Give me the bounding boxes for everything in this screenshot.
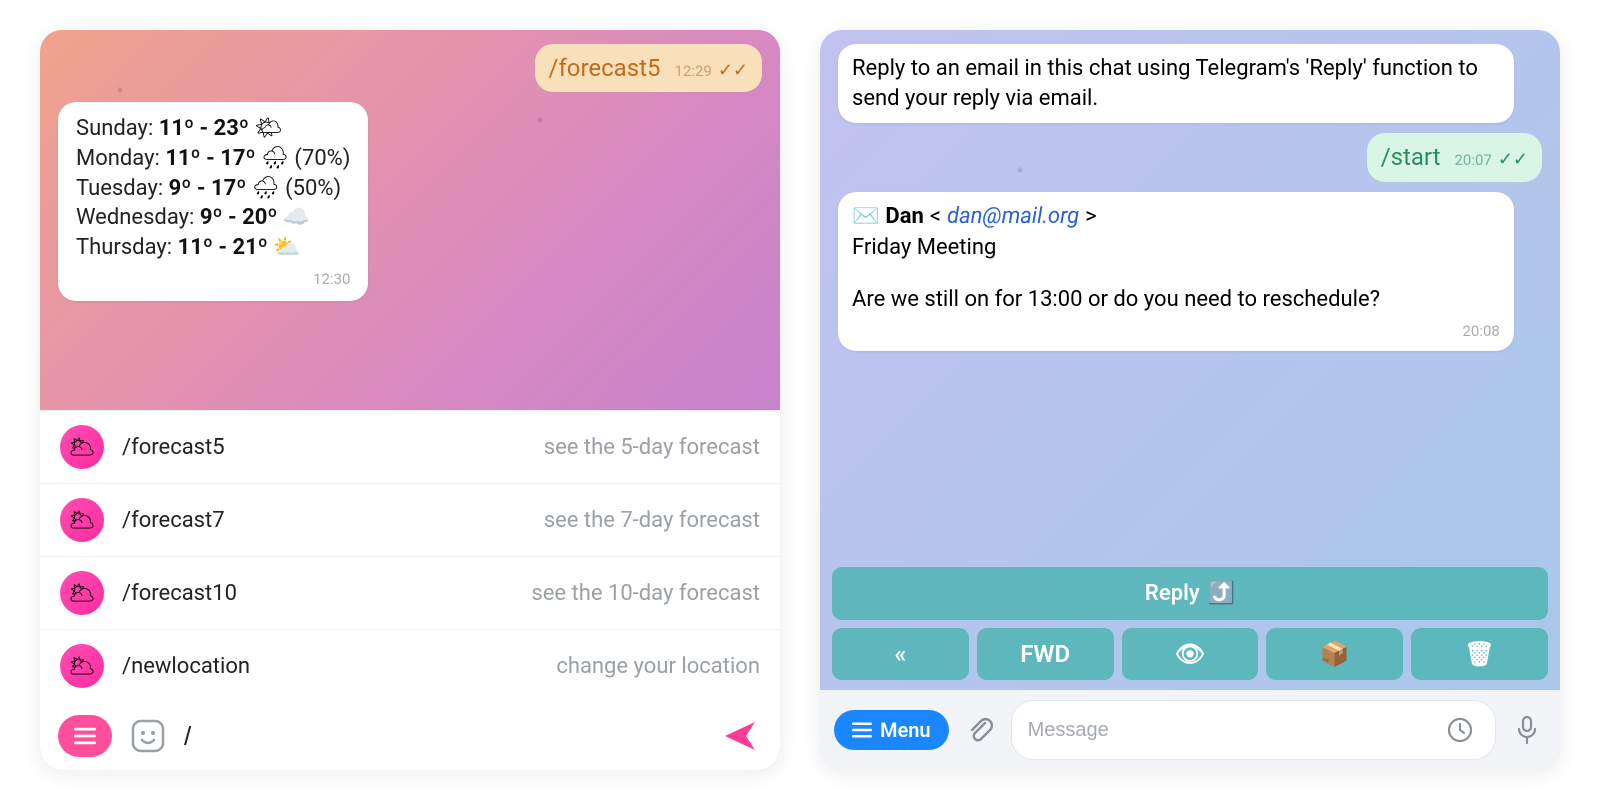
menu-label: Menu <box>880 718 931 742</box>
forecast-temp: 11º - 23º <box>159 116 249 141</box>
kbd-view-button[interactable]: 👁 <box>1122 628 1259 680</box>
chat-area: Reply to an email in this chat using Tel… <box>820 30 1560 561</box>
forecast-row: Wednesday: 9º - 20º ☁️ <box>76 203 350 233</box>
forecast-row: Monday: 11º - 17º 🌧 (70%) <box>76 144 350 174</box>
menu-icon <box>852 722 872 738</box>
intro-text: Reply to an email in this chat using Tel… <box>852 56 1478 111</box>
menu-button[interactable]: Menu <box>834 710 949 750</box>
read-ticks-icon: ✓✓ <box>718 59 748 83</box>
envelope-icon: ✉️ <box>852 202 879 232</box>
weather-bot-panel: /forecast5 12:29 ✓✓ Sunday: 11º - 23º 🌤M… <box>40 30 780 770</box>
bot-avatar: 🌥 <box>60 644 104 688</box>
voice-button[interactable] <box>1508 711 1546 749</box>
forecast-temp: 11º - 17º <box>165 146 255 171</box>
email-subject: Friday Meeting <box>852 233 1500 263</box>
kbd-forward-button[interactable]: FWD <box>977 628 1114 680</box>
intro-message[interactable]: Reply to an email in this chat using Tel… <box>838 44 1514 123</box>
email-message[interactable]: ✉️ Dan <dan@mail.org> Friday Meeting Are… <box>838 192 1514 351</box>
email-body: Are we still on for 13:00 or do you need… <box>852 285 1500 315</box>
command-suggestion[interactable]: 🌥 /newlocation change your location <box>40 630 780 702</box>
command-suggestion[interactable]: 🌥 /forecast10 see the 10-day forecast <box>40 557 780 630</box>
command-description: see the 10-day forecast <box>531 581 760 606</box>
email-from-address[interactable]: dan@mail.org <box>947 202 1079 232</box>
paperclip-icon <box>965 715 995 745</box>
kbd-archive-button[interactable]: 📦 <box>1266 628 1403 680</box>
attach-button[interactable] <box>961 711 999 749</box>
command-name: /newlocation <box>122 654 250 679</box>
email-from-name: Dan <box>885 202 923 232</box>
message-input[interactable] <box>184 721 702 752</box>
outgoing-time: 20:07 <box>1454 150 1491 170</box>
forecast-temp: 9º - 17º <box>169 176 247 201</box>
kbd-delete-button[interactable]: 🗑 <box>1411 628 1548 680</box>
outgoing-time: 12:29 <box>674 61 711 81</box>
message-input-wrapper[interactable] <box>1011 700 1496 760</box>
reply-label: Reply <box>1145 581 1200 606</box>
forecast-time: 12:30 <box>313 269 350 289</box>
forecast-row: Thursday: 11º - 21º ⛅ <box>76 233 350 263</box>
forecast-temp: 11º - 21º <box>178 235 268 260</box>
sticker-button[interactable] <box>128 716 168 756</box>
forecast-day: Tuesday: <box>76 176 169 201</box>
forecast-day: Wednesday: <box>76 205 200 230</box>
forecast-temp: 9º - 20º <box>200 205 278 230</box>
outgoing-message[interactable]: /forecast5 12:29 ✓✓ <box>535 44 762 92</box>
forecast-chance: (70%) <box>294 146 350 171</box>
input-bar <box>40 702 780 770</box>
forecast-day: Sunday: <box>76 116 159 141</box>
command-name: /forecast5 <box>122 435 225 460</box>
chat-area: /forecast5 12:29 ✓✓ Sunday: 11º - 23º 🌤M… <box>40 30 780 410</box>
outgoing-command-text: /start <box>1381 141 1441 173</box>
send-icon <box>722 718 758 754</box>
email-time: 20:08 <box>1462 321 1499 341</box>
forecast-row: Tuesday: 9º - 17º 🌧 (50%) <box>76 174 350 204</box>
weather-icon: 🌧 <box>252 176 280 201</box>
weather-icon: 🌤 <box>254 116 282 141</box>
command-suggestion[interactable]: 🌥 /forecast7 see the 7-day forecast <box>40 484 780 557</box>
command-suggestion[interactable]: 🌥 /forecast5 see the 5-day forecast <box>40 411 780 484</box>
weather-icon: ⛅ <box>273 235 300 260</box>
command-description: change your location <box>556 654 760 679</box>
menu-icon <box>74 727 96 745</box>
forecast-day: Monday: <box>76 146 165 171</box>
forecast-message[interactable]: Sunday: 11º - 23º 🌤Monday: 11º - 17º 🌧 (… <box>58 102 368 301</box>
forecast-chance: (50%) <box>285 176 341 201</box>
bot-avatar: 🌥 <box>60 425 104 469</box>
read-ticks-icon: ✓✓ <box>1498 148 1528 172</box>
kbd-back-button[interactable]: « <box>832 628 969 680</box>
weather-icon: 🌧 <box>261 146 289 171</box>
reply-button[interactable]: Reply ⤴️ <box>832 567 1548 620</box>
microphone-icon <box>1513 715 1541 745</box>
sticker-icon <box>131 719 165 753</box>
forecast-day: Thursday: <box>76 235 178 260</box>
bot-avatar: 🌥 <box>60 498 104 542</box>
email-from-line: ✉️ Dan <dan@mail.org> <box>852 202 1500 232</box>
command-description: see the 5-day forecast <box>544 435 760 460</box>
bot-avatar: 🌥 <box>60 571 104 615</box>
reply-arrow-icon: ⤴️ <box>1208 581 1235 606</box>
outgoing-command-text: /forecast5 <box>549 52 661 84</box>
weather-icon: ☁️ <box>283 205 310 230</box>
command-name: /forecast7 <box>122 508 225 533</box>
outgoing-message[interactable]: /start 20:07 ✓✓ <box>1367 133 1542 181</box>
command-suggestions: 🌥 /forecast5 see the 5-day forecast 🌥 /forec… <box>40 410 780 702</box>
input-bar: Menu <box>820 690 1560 770</box>
clock-icon <box>1447 717 1473 743</box>
command-name: /forecast10 <box>122 581 237 606</box>
email-bot-panel: Reply to an email in this chat using Tel… <box>820 30 1560 770</box>
forecast-row: Sunday: 11º - 23º 🌤 <box>76 114 350 144</box>
message-input[interactable] <box>1028 719 1431 742</box>
commands-menu-button[interactable] <box>58 715 112 757</box>
inline-keyboard: Reply ⤴️ «FWD👁📦🗑 <box>832 567 1548 680</box>
send-button[interactable] <box>718 714 762 758</box>
command-description: see the 7-day forecast <box>544 508 760 533</box>
scheduled-button[interactable] <box>1441 711 1479 749</box>
